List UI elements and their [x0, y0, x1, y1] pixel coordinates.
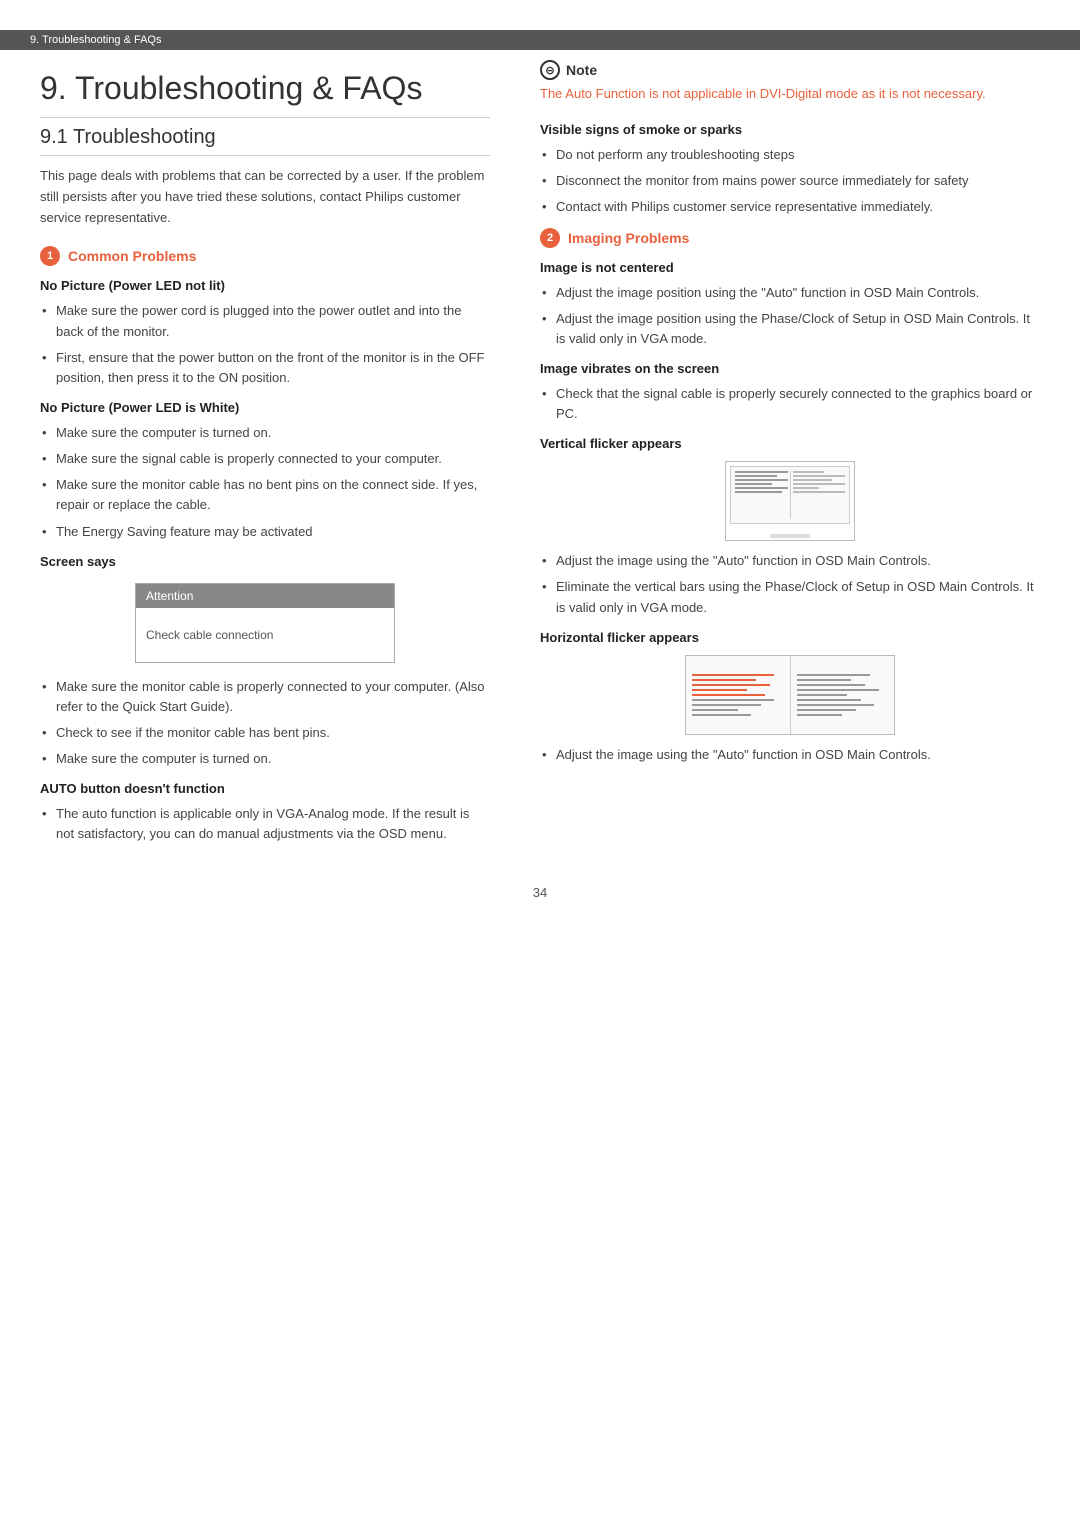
page-title: 9. Troubleshooting & FAQs: [40, 70, 490, 118]
list-item: Do not perform any troubleshooting steps: [540, 145, 1040, 165]
screen-says-dialog: Attention Check cable connection: [135, 583, 395, 663]
list-item: Make sure the computer is turned on.: [40, 749, 490, 769]
list-item: Check that the signal cable is properly …: [540, 384, 1040, 424]
intro-text: This page deals with problems that can b…: [40, 166, 490, 228]
no-picture-power-not-lit-title: No Picture (Power LED not lit): [40, 278, 490, 293]
auto-button-list: The auto function is applicable only in …: [40, 804, 490, 844]
common-problems-badge-row: 1 Common Problems: [40, 246, 490, 266]
common-problems-label: Common Problems: [68, 248, 196, 264]
left-column: 9. Troubleshooting & FAQs 9.1 Troublesho…: [40, 60, 530, 855]
vertical-flicker-title: Vertical flicker appears: [540, 436, 1040, 451]
right-column: ⊝ Note The Auto Function is not applicab…: [530, 60, 1040, 855]
no-picture-power-white-title: No Picture (Power LED is White): [40, 400, 490, 415]
imaging-problems-label: Imaging Problems: [568, 230, 689, 246]
screen-dialog-body: Check cable connection: [136, 608, 394, 662]
list-item: First, ensure that the power button on t…: [40, 348, 490, 388]
page: 9. Troubleshooting & FAQs 9. Troubleshoo…: [0, 0, 1080, 1532]
horizontal-flicker-image: [685, 655, 895, 735]
visible-signs-title: Visible signs of smoke or sparks: [540, 122, 1040, 137]
list-item: Adjust the image using the "Auto" functi…: [540, 551, 1040, 571]
imaging-problems-badge-row: 2 Imaging Problems: [540, 228, 1040, 248]
note-box: ⊝ Note The Auto Function is not applicab…: [540, 60, 1040, 104]
list-item: Make sure the monitor cable is properly …: [40, 677, 490, 717]
image-not-centered-list: Adjust the image position using the "Aut…: [540, 283, 1040, 349]
visible-signs-list: Do not perform any troubleshooting steps…: [540, 145, 1040, 217]
list-item: The auto function is applicable only in …: [40, 804, 490, 844]
list-item: Eliminate the vertical bars using the Ph…: [540, 577, 1040, 617]
screen-says-title: Screen says: [40, 554, 490, 569]
horizontal-flicker-list: Adjust the image using the "Auto" functi…: [540, 745, 1040, 765]
note-icon: ⊝: [540, 60, 560, 80]
page-number: 34: [0, 885, 1080, 900]
auto-button-title: AUTO button doesn't function: [40, 781, 490, 796]
content-wrapper: 9. Troubleshooting & FAQs 9.1 Troublesho…: [0, 60, 1080, 855]
screen-dialog-header: Attention: [136, 584, 394, 608]
list-item: Disconnect the monitor from mains power …: [540, 171, 1040, 191]
common-problems-badge-num: 1: [40, 246, 60, 266]
no-picture-power-white-list: Make sure the computer is turned on. Mak…: [40, 423, 490, 542]
breadcrumb: 9. Troubleshooting & FAQs: [0, 30, 1080, 50]
note-text: The Auto Function is not applicable in D…: [540, 84, 1040, 104]
section-title: 9.1 Troubleshooting: [40, 126, 490, 156]
list-item: Contact with Philips customer service re…: [540, 197, 1040, 217]
note-title-row: ⊝ Note: [540, 60, 1040, 80]
image-vibrates-list: Check that the signal cable is properly …: [540, 384, 1040, 424]
list-item: Make sure the signal cable is properly c…: [40, 449, 490, 469]
note-title-label: Note: [566, 62, 597, 78]
list-item: The Energy Saving feature may be activat…: [40, 522, 490, 542]
list-item: Adjust the image using the "Auto" functi…: [540, 745, 1040, 765]
screen-says-list: Make sure the monitor cable is properly …: [40, 677, 490, 770]
list-item: Adjust the image position using the "Aut…: [540, 283, 1040, 303]
vertical-flicker-list: Adjust the image using the "Auto" functi…: [540, 551, 1040, 617]
vertical-flicker-image: [725, 461, 855, 541]
list-item: Adjust the image position using the Phas…: [540, 309, 1040, 349]
horizontal-flicker-title: Horizontal flicker appears: [540, 630, 1040, 645]
image-not-centered-title: Image is not centered: [540, 260, 1040, 275]
image-vibrates-title: Image vibrates on the screen: [540, 361, 1040, 376]
no-picture-power-not-lit-list: Make sure the power cord is plugged into…: [40, 301, 490, 388]
list-item: Check to see if the monitor cable has be…: [40, 723, 490, 743]
list-item: Make sure the power cord is plugged into…: [40, 301, 490, 341]
imaging-problems-badge-num: 2: [540, 228, 560, 248]
list-item: Make sure the monitor cable has no bent …: [40, 475, 490, 515]
list-item: Make sure the computer is turned on.: [40, 423, 490, 443]
